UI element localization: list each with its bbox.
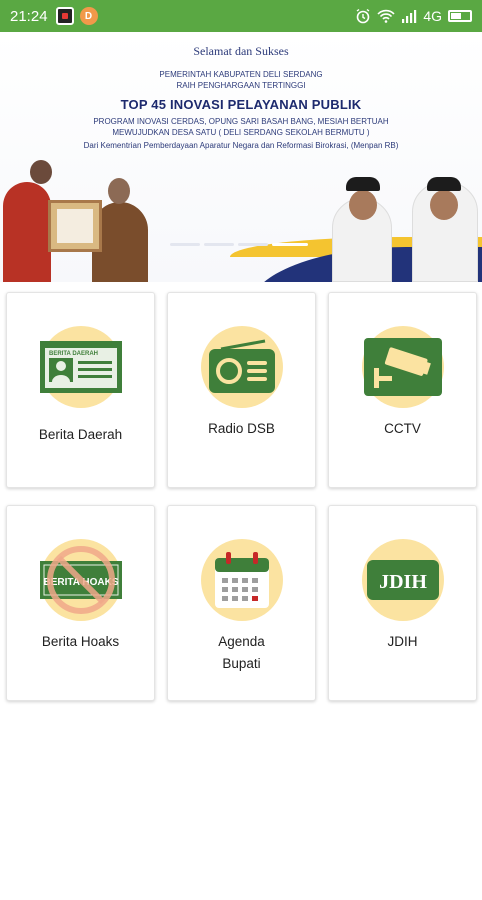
banner-cap-1 bbox=[346, 177, 380, 191]
banner-title: TOP 45 INOVASI PELAYANAN PUBLIK bbox=[120, 97, 362, 112]
menu-card-berita-hoaks[interactable]: BERITA HOAKS Berita Hoaks bbox=[6, 505, 155, 701]
icon-circle bbox=[200, 539, 283, 621]
menu-label: CCTV bbox=[384, 421, 421, 436]
battery-icon bbox=[448, 10, 472, 22]
wifi-icon bbox=[377, 9, 395, 23]
status-right-group: 4G bbox=[355, 8, 472, 24]
carousel-indicator bbox=[170, 243, 308, 246]
jdih-icon: JDIH bbox=[366, 560, 439, 600]
signal-icon bbox=[402, 10, 417, 23]
status-bar: 21:24 D 4G bbox=[0, 0, 482, 32]
banner-face-2 bbox=[430, 190, 458, 220]
banner-source: Dari Kementrian Pemberdayaan Aparatur Ne… bbox=[83, 141, 399, 150]
menu-card-berita-daerah[interactable]: BERITA DAERAH Berita Daerah bbox=[6, 292, 155, 488]
banner-cap-2 bbox=[427, 177, 461, 191]
banner-photo-head-2 bbox=[108, 178, 130, 204]
radio-icon bbox=[208, 339, 275, 393]
menu-card-radio-dsb[interactable]: Radio DSB bbox=[167, 292, 316, 488]
orange-notification-icon: D bbox=[79, 7, 98, 25]
menu-label: Radio DSB bbox=[208, 421, 275, 436]
no-hoax-icon: BERITA HOAKS bbox=[39, 546, 122, 614]
icon-circle: JDIH bbox=[361, 539, 444, 621]
carousel-dot-active[interactable] bbox=[272, 243, 308, 246]
calendar-icon bbox=[214, 552, 269, 608]
promo-banner[interactable]: Selamat dan Sukses PEMERINTAH KABUPATEN … bbox=[0, 32, 482, 282]
menu-card-agenda-bupati[interactable]: Agenda Bupati bbox=[167, 505, 316, 701]
menu-card-cctv[interactable]: CCTV bbox=[328, 292, 477, 488]
status-time: 21:24 bbox=[10, 7, 48, 25]
carousel-dot[interactable] bbox=[204, 243, 234, 246]
cctv-camera-icon bbox=[363, 338, 442, 396]
icon-circle: BERITA HOAKS bbox=[39, 539, 122, 621]
menu-label: Berita Daerah bbox=[38, 427, 123, 442]
banner-photo-official-red bbox=[3, 182, 51, 282]
icon-circle bbox=[200, 326, 283, 408]
newspaper-icon-text: BERITA DAERAH bbox=[49, 351, 98, 357]
banner-program1: PROGRAM INOVASI CERDAS, OPUNG SARI BASAH… bbox=[93, 117, 389, 126]
newspaper-id-icon: BERITA DAERAH bbox=[39, 341, 122, 393]
menu-label: JDIH bbox=[387, 634, 418, 649]
menu-card-jdih[interactable]: JDIH JDIH bbox=[328, 505, 477, 701]
network-type: 4G bbox=[423, 8, 442, 24]
banner-text: Selamat dan Sukses PEMERINTAH KABUPATEN … bbox=[0, 44, 482, 150]
icon-circle: BERITA DAERAH bbox=[39, 326, 122, 408]
banner-face-1 bbox=[349, 190, 377, 220]
menu-grid: BERITA DAERAH Berita Daerah Radio DSB CC… bbox=[6, 292, 477, 701]
app-notification-icon bbox=[55, 7, 74, 25]
banner-certificate bbox=[48, 200, 102, 252]
banner-greeting: Selamat dan Sukses bbox=[193, 44, 289, 58]
menu-label: Berita Hoaks bbox=[41, 634, 120, 649]
carousel-dot[interactable] bbox=[238, 243, 268, 246]
jdih-icon-text: JDIH bbox=[379, 571, 427, 593]
banner-line2: RAIH PENGHARGAAN TERTINGGI bbox=[176, 81, 306, 90]
carousel-dot[interactable] bbox=[170, 243, 200, 246]
banner-photo-head-1 bbox=[30, 160, 52, 184]
alarm-icon bbox=[356, 8, 370, 24]
menu-label: Agenda Bupati bbox=[218, 634, 265, 671]
icon-circle bbox=[361, 326, 444, 408]
banner-program2: MEWUJUDKAN DESA SATU ( DELI SERDANG SEKO… bbox=[112, 128, 370, 137]
banner-line1: PEMERINTAH KABUPATEN DELI SERDANG bbox=[159, 70, 323, 79]
